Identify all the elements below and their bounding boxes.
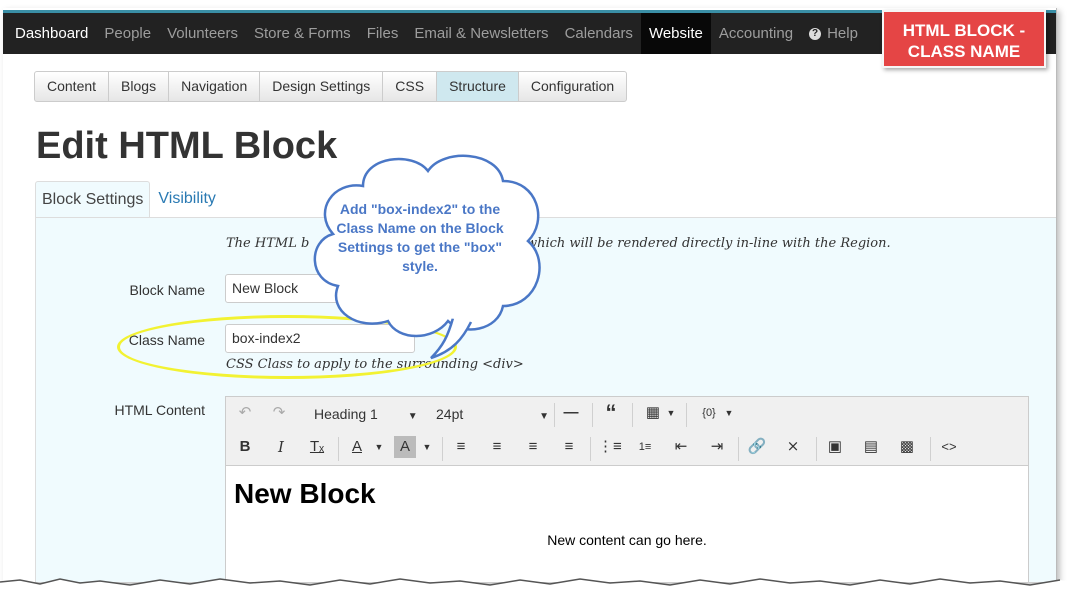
toolbar-divider: [338, 437, 339, 461]
outdent-icon[interactable]: ⇤: [670, 436, 692, 458]
toolbar-divider: [554, 403, 555, 427]
cloud-callout-text: Add "box-index2" to the Class Name on th…: [336, 201, 504, 274]
nav-volunteers[interactable]: Volunteers: [159, 13, 246, 54]
toolbar-divider: [442, 437, 443, 461]
html-block-class-name-badge: HTML BLOCK - CLASS NAME: [882, 10, 1046, 68]
torn-edge: [0, 578, 1074, 599]
badge-line-1: HTML BLOCK -: [902, 21, 1026, 40]
align-center-icon[interactable]: ≡: [486, 436, 508, 458]
section-subtabs: Content Blogs Navigation Design Settings…: [34, 71, 628, 102]
subtab-structure[interactable]: Structure: [436, 71, 519, 102]
chevron-down-icon: ▼: [374, 442, 384, 452]
content-heading: New Block: [234, 478, 376, 509]
tab-visibility[interactable]: Visibility: [150, 181, 222, 217]
video-icon[interactable]: ▩: [896, 436, 918, 458]
image-icon[interactable]: ▣: [824, 436, 846, 458]
unlink-icon[interactable]: ⨯: [782, 436, 804, 458]
toolbar-divider: [592, 403, 593, 427]
nav-website[interactable]: Website: [640, 13, 711, 54]
bullet-list-icon[interactable]: ⋮≡: [598, 436, 622, 458]
bold-icon[interactable]: B: [234, 436, 256, 458]
toolbar-divider: [816, 437, 817, 461]
toolbar-divider: [738, 437, 739, 461]
toolbar-divider: [930, 437, 931, 461]
format-select[interactable]: Heading 1 ▼: [314, 406, 418, 422]
redo-icon[interactable]: ↷: [268, 402, 290, 424]
horizontal-rule-icon[interactable]: —: [560, 402, 582, 424]
text-color-icon[interactable]: A: [346, 436, 368, 458]
toolbar-divider: [590, 437, 591, 461]
nav-dashboard[interactable]: Dashboard: [7, 13, 96, 54]
nav-help[interactable]: ? Help: [801, 13, 866, 54]
toolbar-divider: [686, 403, 687, 427]
subtab-design-settings[interactable]: Design Settings: [259, 71, 384, 102]
subtab-content[interactable]: Content: [34, 71, 110, 102]
align-left-icon[interactable]: ≡: [450, 436, 472, 458]
content-paragraph: New content can go here.: [547, 532, 707, 548]
format-select-value: Heading 1: [314, 406, 378, 422]
editor-toolbar: ↶ ↷ Heading 1 ▼ 24pt ▼ — “ ▦ ▼ {0} ▼ B I…: [226, 397, 1028, 466]
italic-icon[interactable]: I: [270, 436, 292, 458]
chevron-down-icon: ▼: [724, 408, 734, 418]
chevron-down-icon: ▼: [666, 408, 676, 418]
nav-calendars[interactable]: Calendars: [557, 13, 641, 54]
clear-format-icon[interactable]: Tₓ: [306, 436, 328, 458]
nav-store-forms[interactable]: Store & Forms: [246, 13, 359, 54]
toolbar-divider: [632, 403, 633, 427]
block-name-label: Block Name: [129, 282, 205, 298]
nav-accounting[interactable]: Accounting: [711, 13, 801, 54]
source-code-icon[interactable]: <>: [938, 436, 960, 458]
indent-icon[interactable]: ⇥: [706, 436, 728, 458]
html-editor[interactable]: ↶ ↷ Heading 1 ▼ 24pt ▼ — “ ▦ ▼ {0} ▼ B I…: [225, 396, 1029, 582]
badge-line-2: CLASS NAME: [907, 42, 1021, 61]
intro-text-left: The HTML b: [226, 236, 310, 251]
page-title: Edit HTML Block: [36, 125, 338, 167]
blockquote-icon[interactable]: “: [600, 402, 622, 424]
subtab-configuration[interactable]: Configuration: [517, 71, 628, 102]
app-window: Dashboard People Volunteers Store & Form…: [3, 8, 1057, 582]
class-name-label: Class Name: [128, 332, 205, 348]
nav-help-label: Help: [827, 25, 858, 42]
chevron-down-icon: ▼: [539, 411, 550, 422]
align-justify-icon[interactable]: ≡: [558, 436, 580, 458]
nav-files[interactable]: Files: [359, 13, 407, 54]
size-select-value: 24pt: [436, 406, 464, 422]
size-select[interactable]: 24pt ▼: [436, 406, 549, 422]
nav-people[interactable]: People: [96, 13, 159, 54]
block-tabs: Block Settings Visibility: [35, 181, 222, 218]
chevron-down-icon: ▼: [422, 442, 432, 452]
html-content-label: HTML Content: [114, 402, 205, 418]
numbered-list-icon[interactable]: 1≡: [634, 436, 656, 458]
align-right-icon[interactable]: ≡: [522, 436, 544, 458]
subtab-navigation[interactable]: Navigation: [168, 71, 261, 102]
link-icon[interactable]: 🔗: [746, 436, 768, 458]
tab-block-settings[interactable]: Block Settings: [35, 181, 151, 218]
cloud-callout: Add "box-index2" to the Class Name on th…: [303, 146, 553, 376]
help-icon: ?: [809, 27, 822, 40]
file-browse-icon[interactable]: ▤: [860, 436, 882, 458]
undo-icon[interactable]: ↶: [234, 402, 256, 424]
subtab-blogs[interactable]: Blogs: [108, 71, 170, 102]
chevron-down-icon: ▼: [407, 411, 418, 422]
nav-email-newsletters[interactable]: Email & Newsletters: [406, 13, 556, 54]
subtab-css[interactable]: CSS: [382, 71, 438, 102]
background-color-icon[interactable]: A: [394, 436, 416, 458]
